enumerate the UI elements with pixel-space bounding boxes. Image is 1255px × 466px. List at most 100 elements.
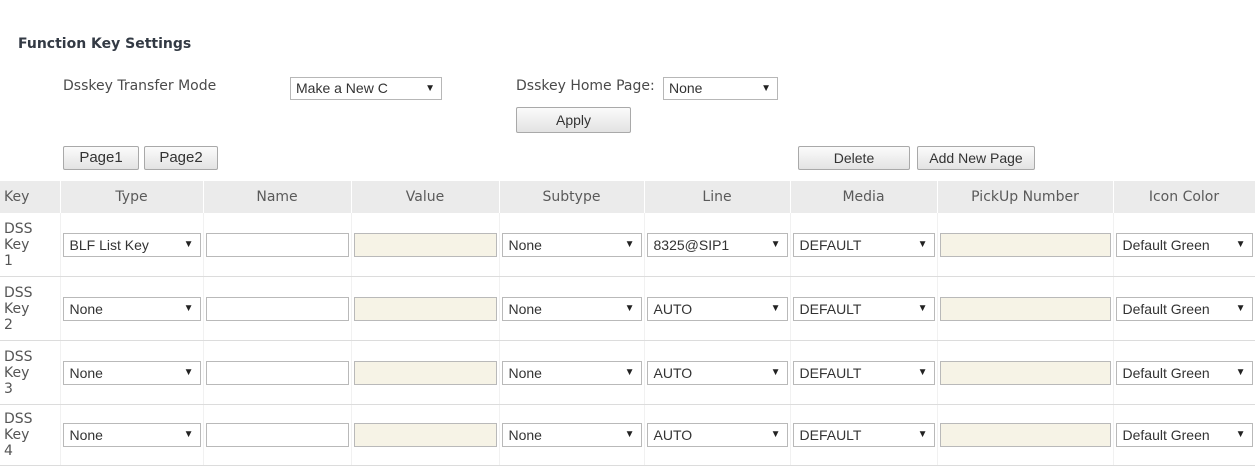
column-header-value: Value	[351, 181, 500, 213]
column-header-subtype: Subtype	[499, 181, 645, 213]
value-input[interactable]	[353, 232, 497, 257]
type-value: BLF List Key	[69, 236, 149, 253]
subtype-select[interactable]: None ▼	[501, 296, 642, 321]
table-row: DSS Key 4 None ▼ None ▼ AUTO ▼ DEFAULT ▼ Def…	[0, 404, 1255, 466]
add-new-page-button[interactable]: Add New Page	[917, 146, 1035, 170]
dropdown-arrow-icon: ▼	[183, 366, 194, 378]
line-select[interactable]: AUTO ▼	[646, 423, 788, 447]
media-value: DEFAULT	[799, 236, 862, 253]
line-select[interactable]: 8325@SIP1 ▼	[646, 232, 788, 257]
subtype-select[interactable]: None ▼	[501, 423, 642, 447]
key-cell: DSS Key 3	[0, 340, 61, 405]
dropdown-arrow-icon: ▼	[917, 238, 928, 250]
type-value: None	[69, 364, 103, 381]
type-select[interactable]: BLF List Key ▼	[62, 232, 201, 257]
key-line: DSS	[4, 284, 33, 301]
column-header-pickup-number: PickUp Number	[937, 181, 1114, 213]
table-header-row: Key Type Name Value Subtype Line Media P…	[0, 181, 1255, 213]
line-select[interactable]: AUTO ▼	[646, 360, 788, 385]
dropdown-arrow-icon: ▼	[183, 238, 194, 250]
line-value: AUTO	[653, 364, 693, 381]
icon-color-select[interactable]: Default Green ▼	[1115, 423, 1253, 447]
icon-color-value: Default Green	[1122, 364, 1210, 381]
line-select[interactable]: AUTO ▼	[646, 296, 788, 321]
dropdown-arrow-icon: ▼	[917, 302, 928, 314]
key-line: DSS	[4, 411, 33, 427]
dropdown-arrow-icon: ▼	[770, 302, 781, 314]
media-select[interactable]: DEFAULT ▼	[792, 360, 935, 385]
pickup-number-input[interactable]	[939, 423, 1111, 447]
pickup-number-input[interactable]	[939, 232, 1111, 257]
dropdown-arrow-icon: ▼	[770, 238, 781, 250]
dropdown-arrow-icon: ▼	[183, 429, 194, 440]
line-value: AUTO	[653, 427, 693, 443]
tab-page1[interactable]: Page1	[63, 146, 139, 170]
key-line: Key	[4, 300, 30, 317]
table-row: DSS Key 3 None ▼ None ▼ AUTO ▼ DEFAULT ▼ Def…	[0, 340, 1255, 405]
subtype-select[interactable]: None ▼	[501, 360, 642, 385]
subtype-value: None	[508, 427, 542, 443]
key-line: DSS	[4, 348, 33, 365]
dropdown-arrow-icon: ▼	[624, 302, 635, 314]
tab-page2[interactable]: Page2	[144, 146, 218, 170]
icon-color-value: Default Green	[1122, 300, 1210, 317]
delete-button[interactable]: Delete	[798, 146, 910, 170]
dropdown-arrow-icon: ▼	[917, 366, 928, 378]
key-cell: DSS Key 4	[0, 404, 61, 466]
table-row: DSS Key 2 None ▼ None ▼ AUTO ▼ DEFAULT ▼ Def…	[0, 276, 1255, 341]
subtype-value: None	[508, 236, 542, 253]
type-select[interactable]: None ▼	[62, 360, 201, 385]
media-value: DEFAULT	[799, 300, 862, 317]
apply-button[interactable]: Apply	[516, 107, 631, 133]
dropdown-arrow-icon: ▼	[917, 429, 928, 440]
table-row: DSS Key 1 BLF List Key ▼ None ▼ 8325@SIP1 ▼…	[0, 213, 1255, 277]
transfer-mode-select[interactable]: Make a New C ▼	[290, 77, 442, 100]
home-page-select[interactable]: None ▼	[663, 77, 778, 100]
dropdown-arrow-icon: ▼	[1235, 302, 1246, 314]
dropdown-arrow-icon: ▼	[770, 366, 781, 378]
subtype-value: None	[508, 300, 542, 317]
key-cell: DSS Key 2	[0, 276, 61, 341]
value-input[interactable]	[353, 423, 497, 447]
dropdown-arrow-icon: ▼	[624, 238, 635, 250]
type-value: None	[69, 300, 103, 317]
dropdown-arrow-icon: ▼	[1235, 429, 1246, 440]
media-value: DEFAULT	[799, 427, 862, 443]
home-page-value: None	[669, 80, 703, 96]
transfer-mode-label: Dsskey Transfer Mode	[63, 78, 217, 94]
name-input[interactable]	[205, 296, 349, 321]
icon-color-select[interactable]: Default Green ▼	[1115, 296, 1253, 321]
name-input[interactable]	[205, 423, 349, 447]
type-select[interactable]: None ▼	[62, 423, 201, 447]
key-line: 1	[4, 252, 13, 269]
column-header-media: Media	[790, 181, 938, 213]
media-select[interactable]: DEFAULT ▼	[792, 232, 935, 257]
key-cell: DSS Key 1	[0, 213, 61, 277]
column-header-type: Type	[60, 181, 204, 213]
dropdown-arrow-icon: ▼	[183, 302, 194, 314]
transfer-mode-value: Make a New C	[296, 80, 388, 96]
icon-color-select[interactable]: Default Green ▼	[1115, 232, 1253, 257]
column-header-name: Name	[203, 181, 352, 213]
value-input[interactable]	[353, 360, 497, 385]
value-input[interactable]	[353, 296, 497, 321]
dropdown-arrow-icon: ▼	[624, 366, 635, 378]
section-title: Function Key Settings	[18, 36, 192, 52]
subtype-value: None	[508, 364, 542, 381]
key-line: 3	[4, 380, 13, 397]
column-header-icon-color: Icon Color	[1113, 181, 1255, 213]
pickup-number-input[interactable]	[939, 296, 1111, 321]
name-input[interactable]	[205, 232, 349, 257]
icon-color-select[interactable]: Default Green ▼	[1115, 360, 1253, 385]
dropdown-arrow-icon: ▼	[1235, 366, 1246, 378]
dropdown-arrow-icon: ▼	[1235, 238, 1246, 250]
subtype-select[interactable]: None ▼	[501, 232, 642, 257]
dropdown-arrow-icon: ▼	[624, 429, 635, 440]
media-select[interactable]: DEFAULT ▼	[792, 423, 935, 447]
type-select[interactable]: None ▼	[62, 296, 201, 321]
media-select[interactable]: DEFAULT ▼	[792, 296, 935, 321]
pickup-number-input[interactable]	[939, 360, 1111, 385]
dropdown-arrow-icon: ▼	[761, 83, 771, 94]
name-input[interactable]	[205, 360, 349, 385]
column-header-line: Line	[644, 181, 791, 213]
